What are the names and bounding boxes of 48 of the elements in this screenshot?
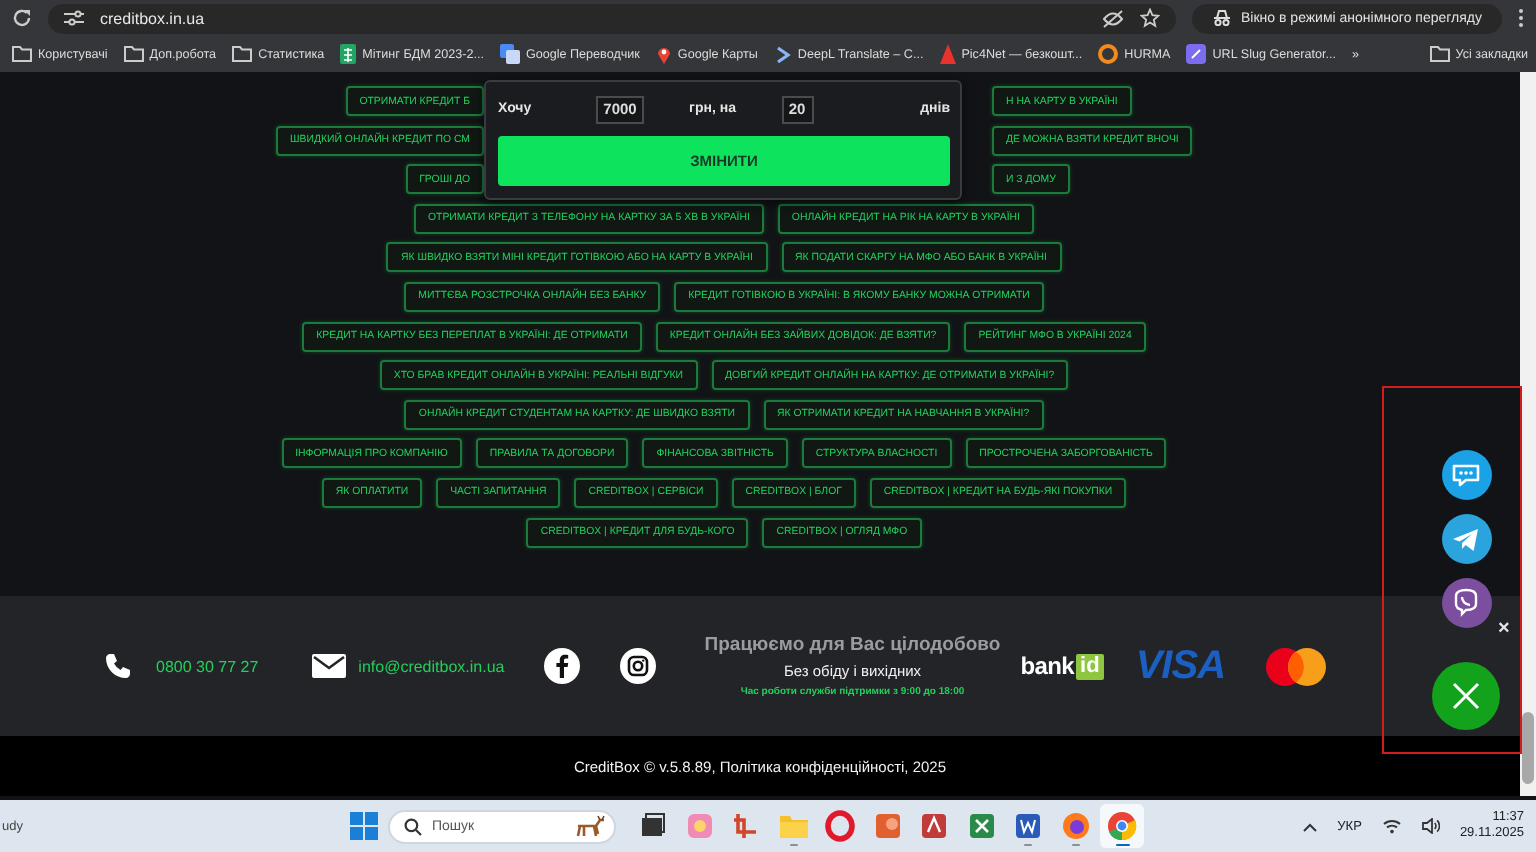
site-info-icon[interactable]: [64, 10, 84, 26]
facebook-icon[interactable]: [544, 648, 581, 684]
instagram-icon[interactable]: [620, 648, 657, 684]
url-text: creditbox.in.ua: [100, 9, 207, 27]
chevron-up-icon[interactable]: [1301, 821, 1318, 831]
telegram-button[interactable]: [1441, 514, 1491, 564]
explorer-icon: [777, 810, 809, 842]
more-options-icon[interactable]: [1518, 8, 1524, 28]
ring-icon: [1098, 44, 1119, 64]
opera-icon: [824, 810, 856, 842]
spreadsheet-icon: [340, 44, 357, 64]
folder-icon: [232, 46, 253, 62]
chrome-icon: [1106, 810, 1138, 842]
reload-icon[interactable]: [12, 8, 32, 28]
chrome-taskbar-icon[interactable]: [1100, 804, 1144, 848]
hours-title: Працюємо для Вас цілодобово: [704, 634, 1001, 656]
folder-icon: [1429, 46, 1450, 62]
address-bar[interactable]: creditbox.in.ua: [48, 3, 1176, 33]
phone-link[interactable]: 0800 30 77 27: [156, 657, 259, 675]
access-icon: [918, 810, 950, 842]
wifi-icon[interactable]: [1381, 818, 1402, 834]
close-icon: [1452, 682, 1480, 710]
task-view-icon: [636, 810, 668, 842]
scrollbar-thumb[interactable]: [1522, 712, 1534, 784]
search-icon: [404, 817, 422, 835]
viber-button[interactable]: [1441, 578, 1491, 628]
mail-icon: [312, 654, 347, 678]
speaker-icon[interactable]: [1421, 818, 1440, 834]
phone-icon: [104, 652, 132, 680]
map-pin-icon: [655, 44, 672, 64]
chat-button[interactable]: [1441, 450, 1491, 500]
word-icon: [1012, 810, 1044, 842]
mastercard-logo: [1265, 647, 1326, 685]
folder-icon: [123, 46, 144, 62]
incognito-icon: [1211, 10, 1232, 26]
start-icon[interactable]: [350, 812, 378, 840]
eye-off-icon[interactable]: [1101, 9, 1124, 27]
bankid-logo: bank id: [1020, 652, 1104, 680]
hide-button[interactable]: ×: [1498, 620, 1510, 640]
visa-logo: VISA: [1135, 643, 1226, 689]
excel-icon: [965, 810, 997, 842]
email-link[interactable]: info@creditbox.in.ua: [358, 657, 505, 675]
snipping-icon: [730, 810, 762, 842]
powerpoint-icon: [871, 810, 903, 842]
star-icon[interactable]: [1139, 8, 1160, 28]
firefox-icon: [1059, 810, 1091, 842]
photos-icon: [683, 810, 715, 842]
folder-icon: [12, 46, 32, 62]
